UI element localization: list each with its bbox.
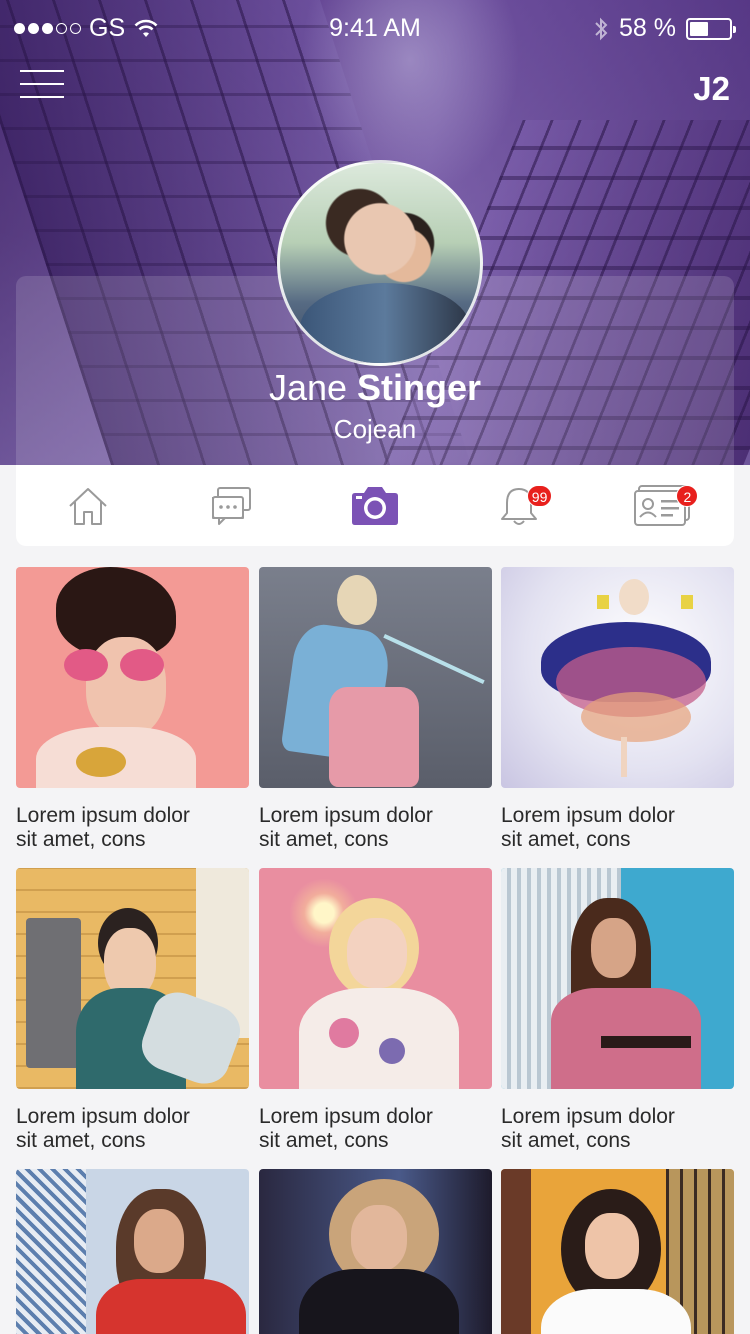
camera-icon: [351, 486, 398, 525]
gallery-photo: [259, 868, 492, 1089]
gallery-item[interactable]: Lorem ipsum dolor sit amet, cons: [16, 868, 249, 1153]
chat-icon: [212, 486, 252, 525]
gallery-item[interactable]: [16, 1169, 249, 1334]
user-initials-button[interactable]: J2: [693, 70, 730, 108]
gallery-caption: Lorem ipsum dolor sit amet, cons: [16, 1105, 190, 1152]
gallery-item[interactable]: Lorem ipsum dolor sit amet, cons: [501, 868, 734, 1153]
gallery-photo: [259, 1169, 492, 1334]
status-bar: GS 9:41 AM 58 %: [0, 0, 750, 56]
tab-bar: 99 2: [16, 465, 734, 546]
battery-percent: 58 %: [619, 14, 676, 42]
home-icon: [69, 487, 107, 525]
gallery-photo: [259, 567, 492, 788]
contact-badge: 2: [676, 485, 699, 507]
tab-photos[interactable]: [303, 465, 447, 546]
gallery-photo: [501, 868, 734, 1089]
gallery-photo: [501, 1169, 734, 1334]
notifications-badge: 99: [526, 485, 553, 507]
tab-contact[interactable]: 2: [590, 465, 734, 546]
tab-messages[interactable]: [160, 465, 304, 546]
gallery-item[interactable]: [501, 1169, 734, 1334]
gallery-photo: [501, 567, 734, 788]
tab-notifications[interactable]: 99: [447, 465, 591, 546]
profile-subtitle: Cojean: [333, 414, 417, 444]
profile-avatar[interactable]: [277, 160, 483, 366]
gallery-item[interactable]: Lorem ipsum dolor sit amet, cons: [259, 567, 492, 852]
gallery-item[interactable]: Lorem ipsum dolor sit amet, cons: [259, 868, 492, 1153]
gallery-item[interactable]: Lorem ipsum dolor sit amet, cons: [16, 567, 249, 852]
gallery-caption: Lorem ipsum dolor sit amet, cons: [16, 804, 190, 851]
gallery-item[interactable]: Lorem ipsum dolor sit amet, cons: [501, 567, 734, 852]
bluetooth-icon: [595, 17, 608, 40]
menu-button[interactable]: [20, 70, 64, 102]
hamburger-icon: [20, 70, 64, 72]
gallery-photo: [16, 567, 249, 788]
gallery-caption: Lorem ipsum dolor sit amet, cons: [501, 1105, 675, 1152]
tab-home[interactable]: [16, 465, 160, 546]
gallery-photo: [16, 868, 249, 1089]
battery-icon: [686, 17, 736, 40]
profile-name: Jane Stinger: [268, 367, 482, 408]
gallery-item[interactable]: [259, 1169, 492, 1334]
gallery-caption: Lorem ipsum dolor sit amet, cons: [259, 804, 433, 851]
gallery-caption: Lorem ipsum dolor sit amet, cons: [259, 1105, 433, 1152]
gallery-caption: Lorem ipsum dolor sit amet, cons: [501, 804, 675, 851]
more-dots-icon: [692, 540, 714, 544]
gallery-photo: [16, 1169, 249, 1334]
